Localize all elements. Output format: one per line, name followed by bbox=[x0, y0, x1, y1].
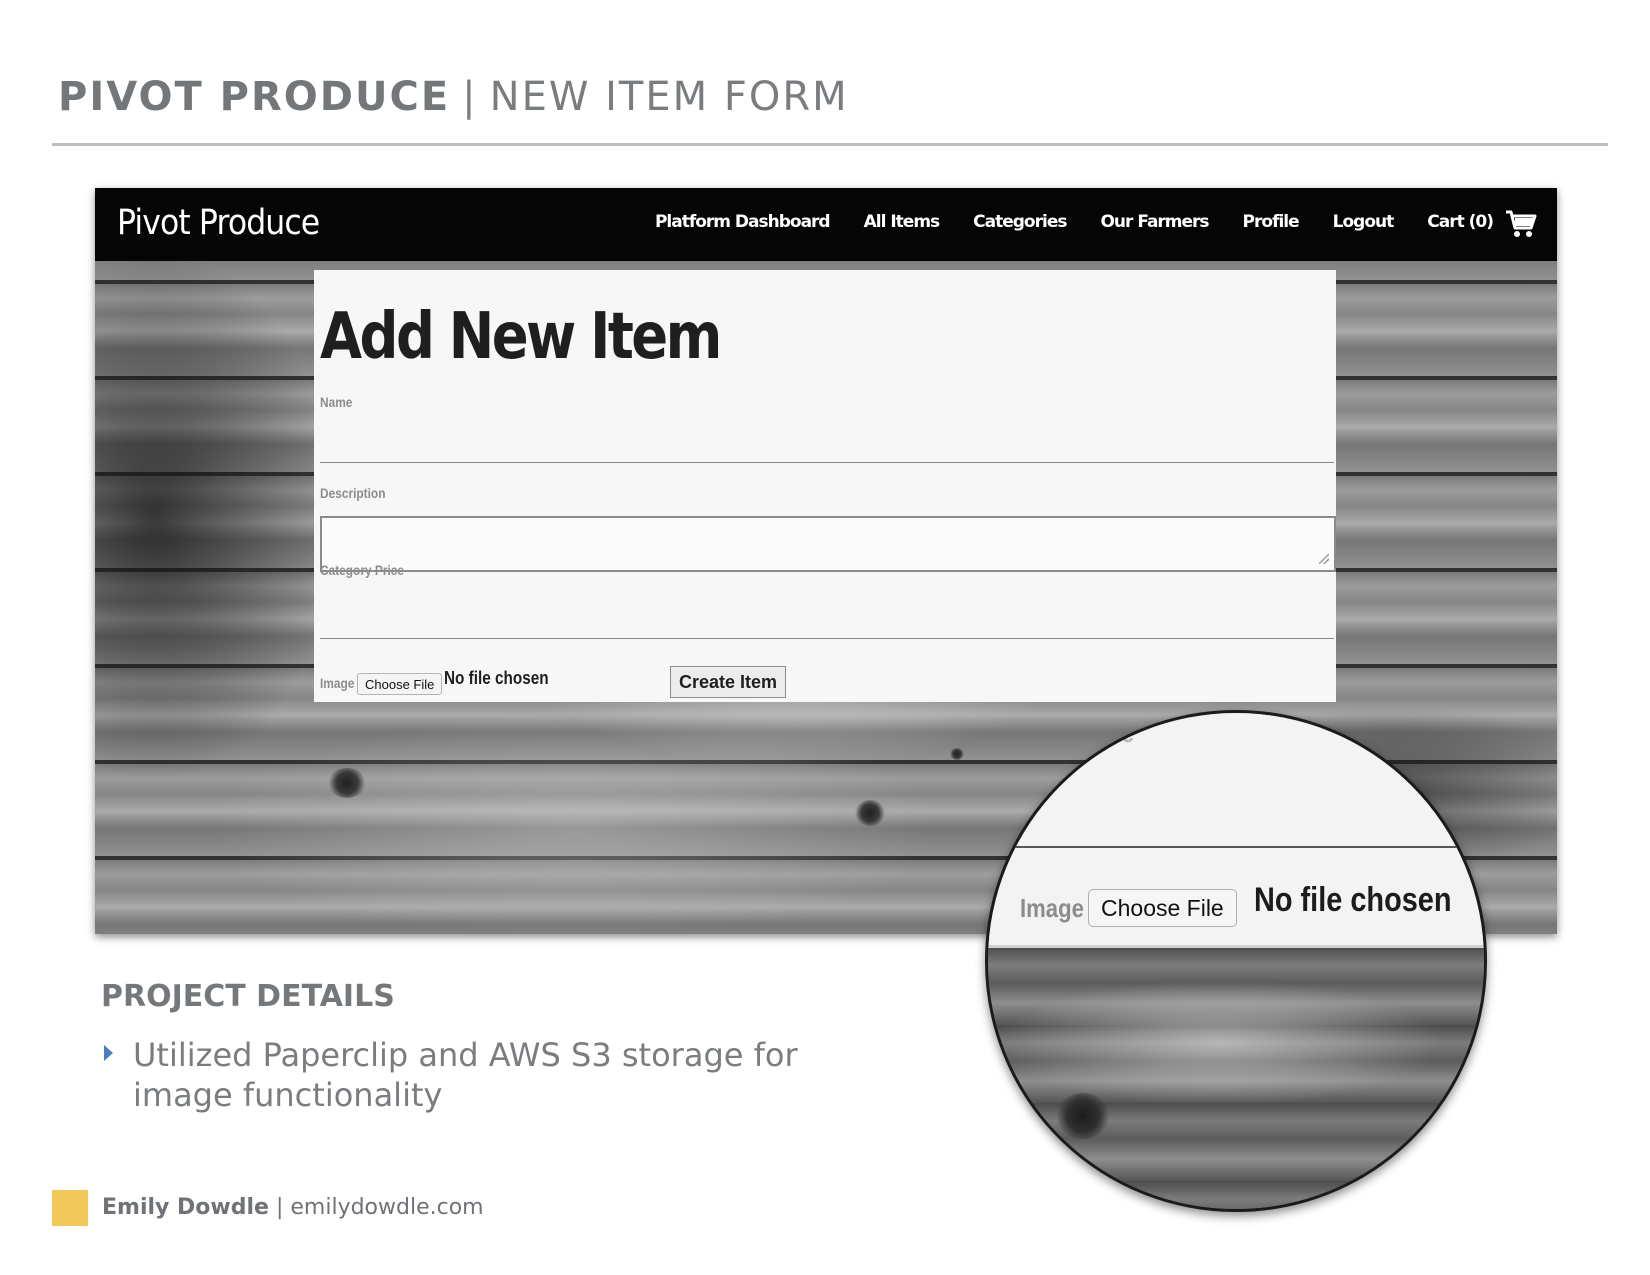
bullet-triangle-icon bbox=[104, 1045, 113, 1061]
site-logo[interactable]: Pivot Produce bbox=[117, 203, 320, 243]
wood-knot bbox=[328, 768, 366, 798]
footer-accent-square bbox=[52, 1190, 88, 1226]
project-detail-bullet: Utilized Paperclip and AWS S3 storage fo… bbox=[133, 1036, 798, 1114]
magnified-form-panel: rice Image Choose File No file chosen bbox=[988, 713, 1484, 948]
magnified-file-status-text: No file chosen bbox=[1254, 881, 1452, 919]
choose-file-button[interactable]: Choose File bbox=[357, 673, 443, 695]
name-input[interactable] bbox=[320, 408, 1334, 463]
category-price-label: Category Price bbox=[320, 562, 405, 578]
magnified-image-label: Image bbox=[1020, 893, 1084, 923]
textarea-resize-handle[interactable] bbox=[1319, 554, 1329, 564]
wood-knot bbox=[1056, 1093, 1110, 1139]
slide-title-separator: | bbox=[462, 74, 478, 120]
price-input[interactable] bbox=[320, 596, 1334, 639]
file-status-text: No file chosen bbox=[444, 668, 549, 688]
magnified-input-underline bbox=[988, 846, 1484, 848]
footer-website: emilydowdle.com bbox=[290, 1195, 484, 1220]
description-textarea[interactable] bbox=[320, 516, 1336, 572]
nav-link-cart[interactable]: Cart (0) bbox=[1427, 212, 1494, 232]
title-divider bbox=[52, 143, 1608, 146]
image-label: Image bbox=[320, 675, 355, 691]
top-navbar: Pivot Produce Platform Dashboard All Ite… bbox=[95, 188, 1557, 261]
new-item-form: Add New Item Name Description Category P… bbox=[314, 270, 1336, 702]
slide-title-brand: PIVOT PRODUCE bbox=[58, 74, 451, 120]
create-item-button[interactable]: Create Item bbox=[670, 666, 787, 698]
magnified-price-label: rice bbox=[1092, 717, 1135, 748]
footer-credit: Emily Dowdle | emilydowdle.com bbox=[102, 1195, 484, 1220]
slide-title-section: NEW ITEM FORM bbox=[489, 74, 849, 120]
slide-title: PIVOT PRODUCE | NEW ITEM FORM bbox=[58, 74, 849, 120]
nav-link-categories[interactable]: Categories bbox=[973, 212, 1067, 232]
shopping-cart-icon[interactable] bbox=[1505, 209, 1537, 239]
magnified-choose-file-button: Choose File bbox=[1088, 889, 1237, 927]
nav-links: Platform Dashboard All Items Categories … bbox=[655, 212, 1494, 232]
nav-link-our-farmers[interactable]: Our Farmers bbox=[1100, 212, 1209, 232]
nav-link-all-items[interactable]: All Items bbox=[864, 212, 941, 232]
footer-author-name: Emily Dowdle bbox=[102, 1195, 269, 1220]
form-title: Add New Item bbox=[320, 300, 722, 374]
nav-link-logout[interactable]: Logout bbox=[1333, 212, 1395, 232]
description-label: Description bbox=[320, 485, 386, 501]
nav-link-platform-dashboard[interactable]: Platform Dashboard bbox=[655, 212, 831, 232]
magnifier-zoom: rice Image Choose File No file chosen bbox=[985, 710, 1487, 1212]
project-details-heading: PROJECT DETAILS bbox=[101, 979, 395, 1014]
wood-knot bbox=[855, 800, 885, 826]
nav-link-profile[interactable]: Profile bbox=[1243, 212, 1300, 232]
footer-separator: | bbox=[275, 1195, 284, 1220]
wood-knot bbox=[950, 748, 964, 760]
